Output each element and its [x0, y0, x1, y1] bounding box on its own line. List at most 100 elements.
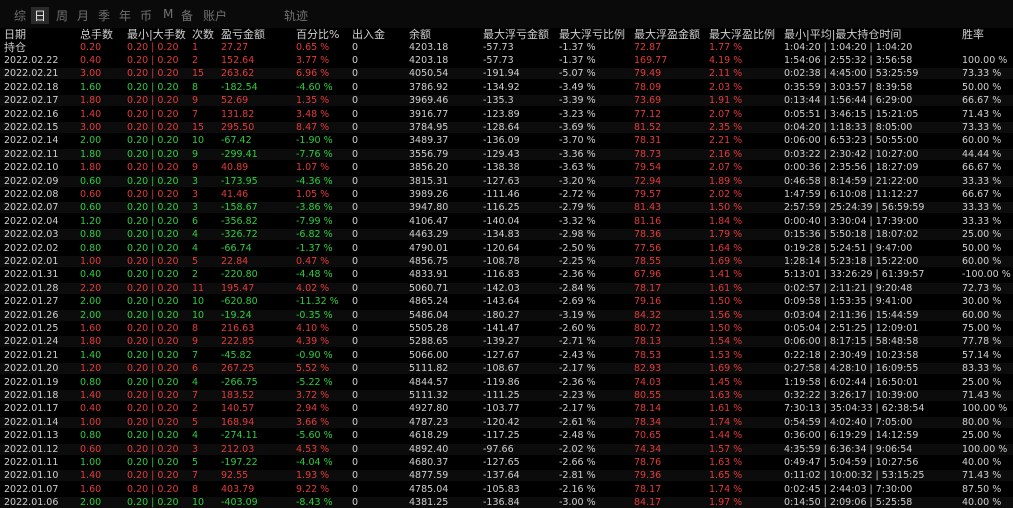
tab-account[interactable]: 账户	[203, 7, 227, 24]
cell-maxloss_pct: -2.16 %	[559, 483, 596, 495]
table-row[interactable]: 2022.01.28 2.20 0.20 | 0.20 11 195.47 4.02 % 0…	[0, 282, 1013, 294]
cell-pnl: 195.47	[221, 282, 255, 294]
cell-minmax: 0.20 | 0.20	[127, 108, 179, 120]
table-row[interactable]: 2022.01.20 1.20 0.20 | 0.20 6 267.25 5.52 % 0 5…	[0, 363, 1013, 375]
table-row[interactable]: 2022.01.11 1.00 0.20 | 0.20 5 -197.22 -4.04 %…	[0, 457, 1013, 468]
table-row[interactable]: 2022.02.22 0.40 0.20 | 0.20 2 152.64 3.77 % 0 4…	[0, 55, 1013, 66]
cell-balance: 4785.04	[409, 483, 449, 495]
column-header[interactable]: 日期	[4, 28, 26, 42]
table-row[interactable]: 2022.01.31 0.40 0.20 | 0.20 2 -220.80 -4.48 %…	[0, 269, 1013, 280]
cell-flow: 0	[352, 443, 359, 455]
column-header[interactable]: 总手数	[80, 28, 113, 42]
cell-pct: 0.47 %	[296, 256, 330, 267]
column-header[interactable]: 最大浮亏比例	[559, 28, 625, 42]
cell-label: 2022.02.03	[4, 229, 59, 241]
tab-quarter[interactable]: 季	[98, 7, 110, 24]
table-row[interactable]: 2022.01.17 0.40 0.20 | 0.20 2 140.57 2.94 % 0 4…	[0, 403, 1013, 414]
cell-maxgain_pct: 1.45 %	[709, 376, 743, 388]
cell-minmax: 0.20 | 0.20	[127, 256, 179, 267]
cell-balance: 4463.29	[409, 229, 449, 241]
table-row[interactable]: 2022.02.01 1.00 0.20 | 0.20 5 22.84 0.47 % 0 48…	[0, 256, 1013, 267]
column-header[interactable]: 最大浮盈金额	[634, 28, 700, 42]
tab-m[interactable]: M	[163, 7, 173, 21]
cell-balance: 5111.82	[409, 363, 449, 375]
table-row[interactable]: 2022.01.13 0.80 0.20 | 0.20 4 -274.11 -5.60 %…	[0, 430, 1013, 441]
cell-lots: 1.80	[80, 95, 102, 107]
cell-flow: 0	[352, 309, 359, 321]
column-header[interactable]: 最大浮盈比例	[709, 28, 775, 42]
column-header[interactable]: 最大浮亏金额	[483, 28, 549, 42]
cell-pnl: -266.75	[221, 376, 258, 388]
table-row[interactable]: 2022.01.10 1.40 0.20 | 0.20 7 92.55 1.93 % 0 48…	[0, 470, 1013, 482]
table-row[interactable]: 2022.02.21 3.00 0.20 | 0.20 15 263.62 6.96 % 0…	[0, 68, 1013, 80]
cell-maxgain_pct: 2.35 %	[709, 122, 743, 133]
tab-track[interactable]: 轨迹	[284, 7, 308, 24]
tab-day[interactable]: 日	[31, 7, 50, 24]
table-row[interactable]: 2022.01.19 0.80 0.20 | 0.20 4 -266.75 -5.22 %…	[0, 377, 1013, 388]
cell-lots: 3.00	[80, 68, 102, 80]
cell-win: 44.44 %	[962, 148, 1002, 160]
cell-time: 0:06:00 | 8:17:15 | 58:48:58	[784, 336, 919, 348]
table-row[interactable]: 2022.02.14 2.00 0.20 | 0.20 10 -67.42 -1.90 %…	[0, 135, 1013, 146]
tab-month[interactable]: 月	[77, 7, 89, 24]
table-row[interactable]: 2022.02.16 1.40 0.20 | 0.20 7 131.82 3.48 % 0 3…	[0, 109, 1013, 120]
cell-win: 60.00 %	[962, 135, 1002, 147]
table-row[interactable]: 2022.01.24 1.80 0.20 | 0.20 9 222.85 4.39 % 0 5…	[0, 336, 1013, 348]
table-row[interactable]: 2022.01.12 0.60 0.20 | 0.20 3 212.03 4.53 % 0 4…	[0, 443, 1013, 455]
cell-label: 2022.02.17	[4, 95, 59, 107]
cell-lots: 1.60	[80, 483, 102, 495]
cell-maxgain: 78.13	[634, 336, 662, 348]
table-row[interactable]: 2022.02.03 0.80 0.20 | 0.20 4 -326.72 -6.82 %…	[0, 229, 1013, 241]
cell-flow: 0	[352, 242, 359, 254]
cell-lots: 1.00	[80, 457, 102, 468]
cell-flow: 0	[352, 135, 359, 147]
column-header[interactable]: 最小|平均|最大持仓时间	[784, 28, 901, 42]
table-row[interactable]: 2022.02.18 1.60 0.20 | 0.20 8 -182.54 -4.60 %…	[0, 82, 1013, 93]
table-row[interactable]: 2022.01.18 1.40 0.20 | 0.20 7 183.52 3.72 % 0 5…	[0, 390, 1013, 401]
table-row[interactable]: 2022.02.17 1.80 0.20 | 0.20 9 52.69 1.35 % 0 39…	[0, 95, 1013, 107]
cell-maxgain_pct: 1.79 %	[709, 229, 743, 241]
table-row[interactable]: 2022.02.10 1.80 0.20 | 0.20 9 40.89 1.07 % 0 38…	[0, 162, 1013, 173]
column-header[interactable]: 盈亏金额	[221, 28, 265, 42]
table-row[interactable]: 2022.01.21 1.40 0.20 | 0.20 7 -45.82 -0.90 % 0…	[0, 350, 1013, 361]
table-row[interactable]: 2022.02.07 0.60 0.20 | 0.20 3 -158.67 -3.86 %…	[0, 202, 1013, 214]
table-row[interactable]: 2022.01.14 1.00 0.20 | 0.20 5 168.94 3.66 % 0 4…	[0, 416, 1013, 428]
table-row[interactable]: 2022.01.07 1.60 0.20 | 0.20 8 403.79 9.22 % 0 4…	[0, 484, 1013, 495]
cell-count: 11	[192, 282, 205, 294]
table-row[interactable]: 2022.02.15 3.00 0.20 | 0.20 15 295.50 8.47 % 0…	[0, 122, 1013, 133]
cell-maxloss: -191.94	[483, 68, 520, 80]
table-row[interactable]: 2022.02.11 1.80 0.20 | 0.20 9 -299.41 -7.76 %…	[0, 148, 1013, 160]
table-row[interactable]: 2022.02.02 0.80 0.20 | 0.20 4 -66.74 -1.37 % 0…	[0, 243, 1013, 254]
tab-summary[interactable]: 综	[14, 7, 26, 24]
cell-minmax: 0.20 | 0.20	[127, 309, 179, 321]
column-header[interactable]: 次数	[192, 28, 214, 42]
column-header[interactable]: 余额	[409, 28, 431, 42]
holding-row[interactable]: 持仓 0.20 0.20 | 0.20 1 27.27 0.65 % 0 4203.18 -57…	[0, 42, 1013, 53]
cell-balance: 4865.24	[409, 296, 449, 308]
cell-balance: 3947.80	[409, 202, 449, 214]
table-row[interactable]: 2022.01.25 1.60 0.20 | 0.20 8 216.63 4.10 % 0 5…	[0, 323, 1013, 334]
cell-maxloss_pct: -2.43 %	[559, 349, 596, 361]
column-header[interactable]: 百分比%	[296, 28, 339, 42]
tab-note[interactable]: 备	[181, 7, 193, 24]
cell-balance: 4844.57	[409, 376, 449, 388]
cell-label: 2022.02.22	[4, 55, 59, 66]
tab-currency[interactable]: 币	[140, 7, 152, 24]
column-header[interactable]: 最小|大手数	[127, 28, 186, 42]
table-row[interactable]: 2022.01.27 2.00 0.20 | 0.20 10 -620.80 -11.32…	[0, 296, 1013, 307]
tab-week[interactable]: 周	[56, 7, 68, 24]
table-row[interactable]: 2022.02.04 1.20 0.20 | 0.20 6 -356.82 -7.99 %…	[0, 216, 1013, 227]
table-row[interactable]: 2022.02.08 0.60 0.20 | 0.20 3 41.46 1.05 % 0 39…	[0, 189, 1013, 200]
cell-label: 2022.02.15	[4, 122, 59, 133]
cell-count: 3	[192, 175, 199, 187]
cell-maxloss: -111.25	[483, 390, 520, 401]
cell-lots: 1.20	[80, 215, 102, 227]
tab-year[interactable]: 年	[119, 7, 131, 24]
cell-flow: 0	[352, 122, 359, 133]
table-row[interactable]: 2022.02.09 0.60 0.20 | 0.20 3 -173.95 -4.36 %…	[0, 175, 1013, 187]
table-row[interactable]: 2022.01.26 2.00 0.20 | 0.20 10 -19.24 -0.35 %…	[0, 309, 1013, 321]
column-header[interactable]: 胜率	[962, 28, 984, 42]
cell-maxloss: -127.63	[483, 175, 520, 187]
column-header[interactable]: 出入金	[352, 28, 385, 42]
table-row[interactable]: 2022.01.06 2.00 0.20 | 0.20 10 -403.09 -8.43 …	[0, 497, 1013, 508]
